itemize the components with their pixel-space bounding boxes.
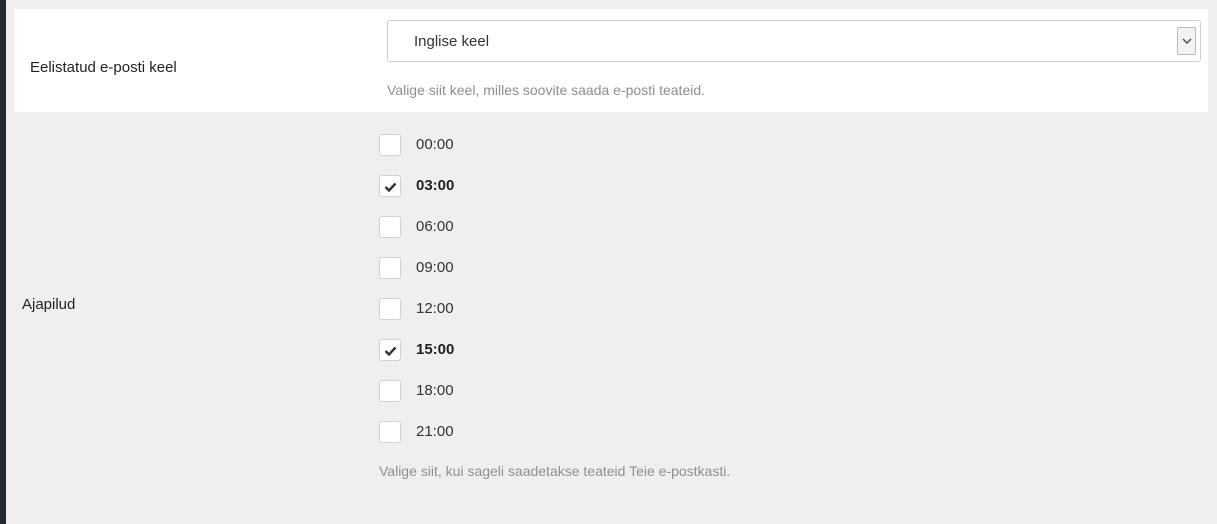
- time-slot-label: 03:00: [416, 177, 455, 194]
- time-slot-1200[interactable]: 12:00: [379, 298, 579, 322]
- time-slot-label: 12:00: [416, 300, 454, 317]
- time-slot-2100[interactable]: 21:00: [379, 421, 579, 445]
- chevron-down-icon: [1182, 38, 1192, 44]
- time-slot-checkbox[interactable]: [379, 380, 401, 402]
- time-slot-0000[interactable]: 00:00: [379, 134, 579, 158]
- time-slot-label: 09:00: [416, 259, 454, 276]
- language-select-value: Inglise keel: [414, 33, 490, 50]
- time-slot-checkbox[interactable]: [379, 421, 401, 443]
- time-slot-0600[interactable]: 06:00: [379, 216, 579, 240]
- time-slot-1500[interactable]: 15:00: [379, 339, 579, 363]
- language-label: Eelistatud e-posti keel: [30, 59, 177, 76]
- time-slot-label: 15:00: [416, 341, 455, 358]
- time-slot-checkbox[interactable]: [379, 216, 401, 238]
- time-slot-label: 00:00: [416, 136, 454, 153]
- time-slot-checkbox[interactable]: [379, 257, 401, 279]
- time-slot-label: 18:00: [416, 382, 454, 399]
- time-slot-checkbox[interactable]: [379, 134, 401, 156]
- time-slot-0900[interactable]: 09:00: [379, 257, 579, 281]
- check-icon: [384, 346, 397, 356]
- dropdown-button[interactable]: [1177, 27, 1196, 55]
- language-setting-row: Eelistatud e-posti keel Inglise keel Val…: [14, 9, 1208, 112]
- time-slot-label: 21:00: [416, 423, 454, 440]
- language-select[interactable]: Inglise keel: [387, 20, 1201, 62]
- check-icon: [384, 182, 397, 192]
- time-slot-0300[interactable]: 03:00: [379, 175, 579, 199]
- time-slots-label: Ajapilud: [22, 296, 76, 313]
- time-slot-1800[interactable]: 18:00: [379, 380, 579, 404]
- time-slot-checkbox[interactable]: [379, 298, 401, 320]
- time-slot-checkbox[interactable]: [379, 175, 401, 197]
- email-settings-panel: Eelistatud e-posti keel Inglise keel Val…: [6, 0, 1217, 524]
- email-settings-page: Eelistatud e-posti keel Inglise keel Val…: [0, 0, 1217, 524]
- time-slot-label: 06:00: [416, 218, 454, 235]
- time-slot-checkbox[interactable]: [379, 339, 401, 361]
- time-slots-help-text: Valige siit, kui sageli saadetakse teate…: [379, 463, 731, 479]
- language-help-text: Valige siit keel, milles soovite saada e…: [387, 82, 706, 98]
